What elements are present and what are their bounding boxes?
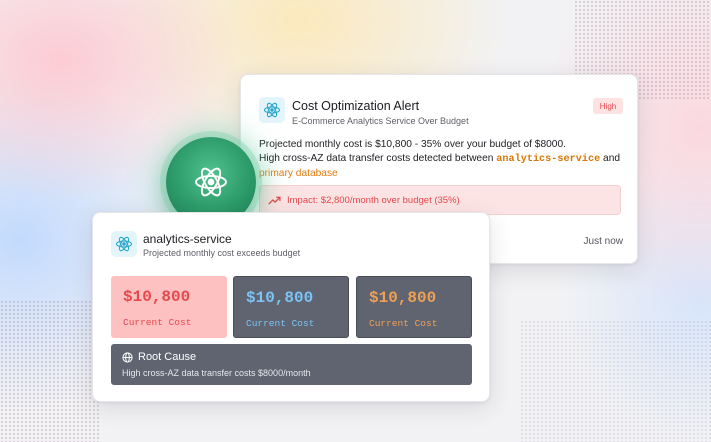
metric-label: Current Cost <box>123 317 192 328</box>
globe-icon <box>122 351 133 363</box>
atom-icon <box>195 167 227 197</box>
severity-badge: High <box>593 98 623 114</box>
trending-up-icon <box>268 196 281 204</box>
metric-value: $10,800 <box>246 289 314 307</box>
service-cost-card[interactable]: analytics-service Projected monthly cost… <box>92 212 490 402</box>
database-name: primary database <box>259 168 338 179</box>
timestamp: Just now <box>583 236 623 247</box>
metric-label: Current Cost <box>369 318 438 329</box>
dot-pattern <box>0 300 100 442</box>
metric-tile: $10,800 Current Cost <box>111 276 227 338</box>
atom-icon <box>111 231 137 257</box>
alert-body-and: and <box>600 153 621 164</box>
atom-icon <box>259 97 285 123</box>
impact-text: Impact: $2,800/month over budget (35%) <box>287 194 460 206</box>
dot-pattern <box>520 320 711 442</box>
service-description: Projected monthly cost exceeds budget <box>143 248 301 258</box>
alert-body-line2: High cross-AZ data transfer costs detect… <box>259 153 497 164</box>
alert-subtitle: E-Commerce Analytics Service Over Budget <box>292 116 469 126</box>
metric-tile: $10,800 Current Cost <box>233 276 349 338</box>
alert-title: Cost Optimization Alert <box>292 99 420 113</box>
service-name: analytics-service <box>143 232 232 246</box>
alert-body-line1: Projected monthly cost is $10,800 - 35% … <box>259 139 566 150</box>
impact-banner: Impact: $2,800/month over budget (35%) <box>259 185 621 215</box>
root-cause-heading: Root Cause <box>122 351 196 363</box>
root-cause-title: Root Cause <box>138 351 197 363</box>
metric-tile: $10,800 Current Cost <box>356 276 472 338</box>
root-cause-text: High cross-AZ data transfer costs $8000/… <box>122 368 311 378</box>
metric-value: $10,800 <box>369 289 437 307</box>
root-cause-panel: Root Cause High cross-AZ data transfer c… <box>111 344 472 385</box>
metric-value: $10,800 <box>123 288 191 306</box>
service-code: analytics-service <box>496 154 601 165</box>
metric-label: Current Cost <box>246 318 315 329</box>
alert-description: Projected monthly cost is $10,800 - 35% … <box>259 138 627 181</box>
